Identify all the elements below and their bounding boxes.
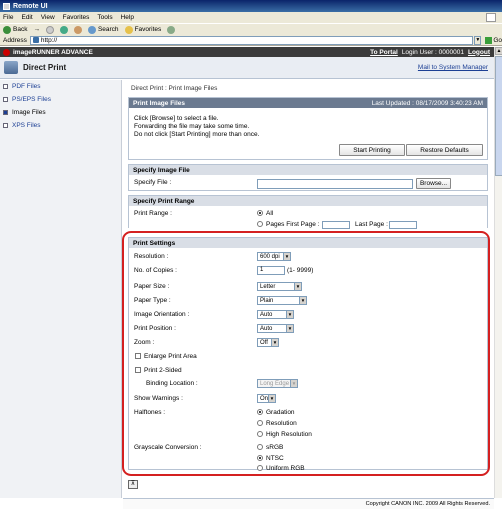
sidebar-item-pdf[interactable]: PDF Files [0, 80, 121, 93]
menu-edit[interactable]: Edit [21, 14, 32, 21]
range-all-option[interactable]: All [257, 210, 273, 217]
to-portal-link[interactable]: To Portal [370, 49, 398, 56]
last-updated: Last Updated : 08/17/2009 3:40:23 AM [371, 99, 483, 107]
back-label: Back [13, 26, 28, 33]
print-range-title: Specify Print Range [133, 197, 195, 205]
restore-defaults-button[interactable]: Restore Defaults [406, 144, 483, 156]
scroll-thumb[interactable] [495, 56, 502, 176]
window-titlebar: Remote UI [0, 0, 502, 12]
last-page-label: Last Page : [355, 221, 388, 228]
go-label: Go [493, 36, 502, 44]
instruction-line: Forwarding the file may take some time. [134, 123, 250, 130]
app-header: imageRUNNER ADVANCE To Portal Login User… [0, 47, 494, 57]
print-range-header: Specify Print Range [129, 196, 487, 206]
menu-tools[interactable]: Tools [97, 14, 112, 21]
specify-file-title: Specify Image File [133, 166, 190, 174]
instruction-line: Click [Browse] to select a file. [134, 115, 219, 122]
windows-logo-icon [486, 13, 496, 22]
file-path-input[interactable] [257, 179, 413, 189]
page-icon [32, 37, 39, 43]
last-page-input[interactable] [389, 221, 417, 229]
print-image-title: Print Image Files [133, 99, 186, 107]
menu-bar: File Edit View Favorites Tools Help [0, 12, 502, 23]
first-page-input[interactable] [322, 221, 350, 229]
sidebar-item-xps[interactable]: XPS Files [0, 119, 121, 132]
range-pages-option[interactable]: Pages First Page : [257, 221, 319, 228]
page-title-bar: Direct Print Mail to System Manager [0, 57, 494, 79]
search-button[interactable]: Search [87, 25, 119, 34]
print-image-panel: Print Image Files Last Updated : 08/17/2… [128, 97, 488, 160]
app-icon [3, 2, 10, 10]
range-pages-label: Pages First Page : [266, 221, 320, 228]
browser-toolbar: Back → Search Favorites [0, 23, 502, 35]
login-user: Login User : 0000001 [401, 48, 464, 56]
bullet-icon [3, 84, 8, 89]
sidebar-item-label: PS/EPS Files [12, 96, 52, 103]
address-value: http:// [40, 36, 58, 44]
range-all-label: All [266, 210, 274, 217]
forward-label: → [33, 26, 40, 33]
menu-view[interactable]: View [41, 14, 55, 21]
specify-file-label: Specify File : [134, 179, 172, 186]
logout-link[interactable]: Logout [468, 49, 490, 56]
page-top-icon[interactable]: ⊼ [128, 480, 138, 489]
forward-button[interactable]: → [33, 26, 40, 33]
browse-button[interactable]: Browse... [416, 178, 451, 189]
menu-favorites[interactable]: Favorites [63, 14, 90, 21]
radio-all[interactable] [257, 210, 263, 217]
sidebar: PDF Files PS/EPS Files Image Files XPS F… [0, 80, 122, 498]
bullet-icon [3, 97, 8, 102]
star-icon [124, 25, 133, 34]
footer: Copyright CANON INC. 2009 All Rights Res… [123, 498, 494, 509]
page-title: Direct Print [23, 63, 67, 72]
vertical-scrollbar[interactable]: ▲ [494, 47, 502, 498]
print-range-label: Print Range : [134, 210, 172, 217]
sidebar-item-label: PDF Files [12, 83, 41, 90]
specify-file-panel: Specify Image File Specify File : Browse… [128, 164, 488, 191]
back-arrow-icon [3, 25, 11, 34]
address-label: Address [3, 36, 27, 44]
sidebar-item-label: Image Files [12, 109, 46, 116]
refresh-icon[interactable] [59, 25, 68, 34]
direct-print-icon [4, 61, 18, 74]
scroll-up-icon[interactable]: ▲ [495, 47, 502, 55]
brand-name: imageRUNNER ADVANCE [13, 48, 93, 56]
sidebar-item-label: XPS Files [12, 122, 41, 129]
bullet-icon [3, 123, 8, 128]
search-label: Search [97, 26, 119, 33]
back-button[interactable]: Back [3, 25, 28, 34]
print-range-panel: Specify Print Range Print Range : All Pa… [128, 195, 488, 229]
go-arrow-icon [485, 36, 493, 44]
history-icon[interactable] [167, 25, 176, 34]
specify-file-header: Specify Image File [129, 165, 487, 175]
print-image-header: Print Image Files Last Updated : 08/17/2… [129, 98, 487, 108]
canon-logo-icon [3, 48, 10, 56]
window-title: Remote UI [13, 2, 48, 10]
address-input[interactable]: http:// [29, 35, 474, 45]
highlight-annotation [122, 231, 490, 476]
instruction-line: Do not click [Start Printing] more than … [134, 131, 260, 138]
radio-pages[interactable] [257, 221, 263, 228]
go-button[interactable]: Go [485, 36, 502, 44]
address-bar: Address http:// ▼ Go [0, 35, 502, 46]
address-dropdown-button[interactable]: ▼ [474, 35, 482, 45]
menu-file[interactable]: File [3, 14, 13, 21]
stop-icon[interactable] [45, 25, 54, 34]
menu-help[interactable]: Help [121, 14, 134, 21]
mail-system-manager-link[interactable]: Mail to System Manager [418, 64, 488, 71]
search-icon [87, 25, 96, 34]
favorites-label: Favorites [134, 26, 162, 33]
home-icon[interactable] [73, 25, 82, 34]
copyright: Copyright CANON INC. 2009 All Rights Res… [365, 501, 490, 507]
sidebar-item-image[interactable]: Image Files [0, 106, 121, 119]
favorites-button[interactable]: Favorites [124, 25, 162, 34]
start-printing-button[interactable]: Start Printing [339, 144, 405, 156]
breadcrumb: Direct Print : Print Image Files [131, 85, 218, 92]
bullet-icon [3, 110, 8, 115]
sidebar-item-ps-eps[interactable]: PS/EPS Files [0, 93, 121, 106]
